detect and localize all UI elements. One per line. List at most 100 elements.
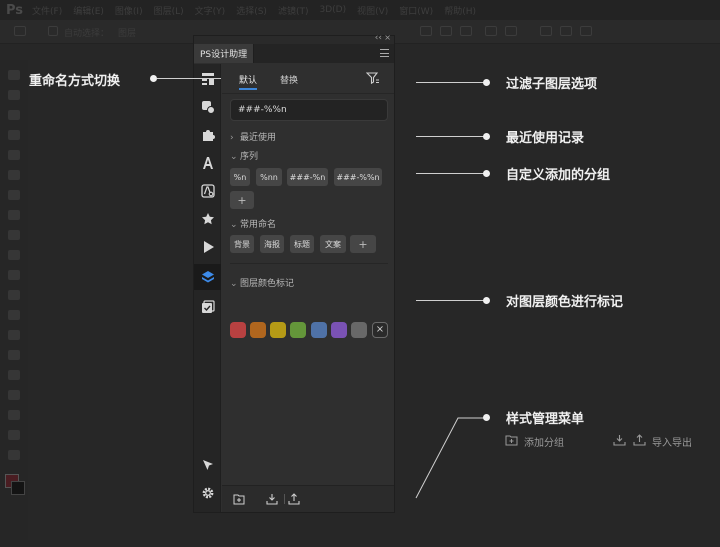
type-tool-icon[interactable] <box>8 370 20 380</box>
tools-panel <box>0 60 28 540</box>
marquee-tool-icon[interactable] <box>8 90 20 100</box>
brush-tool-icon[interactable] <box>8 210 20 220</box>
annotation-dot <box>483 170 490 177</box>
common-name-chip[interactable]: 海报 <box>260 235 284 253</box>
3d-mode-icon[interactable] <box>560 26 572 36</box>
chevron-down-icon: ⌄ <box>230 220 238 230</box>
shape-tool-icon[interactable] <box>8 410 20 420</box>
menu-help[interactable]: 帮助(H) <box>444 4 476 17</box>
star-icon[interactable] <box>194 206 221 232</box>
distribute-icon[interactable] <box>485 26 497 36</box>
menu-type[interactable]: 文字(Y) <box>195 4 226 17</box>
settings-gear-icon[interactable] <box>194 480 221 506</box>
color-yellow-swatch[interactable] <box>270 322 286 338</box>
color-violet-swatch[interactable] <box>331 322 347 338</box>
menu-image[interactable]: 图像(I) <box>115 4 143 17</box>
common-name-chip[interactable]: 背景 <box>230 235 254 253</box>
menu-view[interactable]: 视图(V) <box>357 4 388 17</box>
rename-pattern-input[interactable]: ###-%%n <box>230 99 388 121</box>
blur-tool-icon[interactable] <box>8 310 20 320</box>
collapse-icon[interactable]: ‹‹ <box>375 33 382 43</box>
layer-color-group-header[interactable]: ⌄ 图层颜色标记 <box>230 276 294 289</box>
font-icon[interactable] <box>194 150 221 176</box>
move-tool-icon[interactable] <box>14 26 26 36</box>
annotation-dot <box>483 297 490 304</box>
wand-tool-icon[interactable] <box>8 130 20 140</box>
align-icon[interactable] <box>420 26 432 36</box>
panel-title-tab[interactable]: PS设计助理 <box>194 44 255 63</box>
pin-icon[interactable] <box>194 452 221 478</box>
annotation-dot <box>483 414 490 421</box>
menu-select[interactable]: 选择(S) <box>236 4 267 17</box>
sequence-chip[interactable]: %nn <box>256 168 282 186</box>
auto-select-checkbox[interactable] <box>48 26 58 36</box>
plugin-puzzle-icon[interactable] <box>194 122 221 148</box>
rename-mode-icon[interactable] <box>194 66 221 92</box>
play-icon[interactable] <box>194 234 221 260</box>
color-orange-swatch[interactable] <box>250 322 266 338</box>
lasso-tool-icon[interactable] <box>8 110 20 120</box>
sequence-chip[interactable]: ###-%%n <box>334 168 382 186</box>
add-group-icon[interactable] <box>233 493 245 505</box>
recent-group-label: 最近使用 <box>240 133 277 143</box>
tab-default[interactable]: 默认 <box>239 73 258 90</box>
sequence-chip[interactable]: %n <box>230 168 250 186</box>
eraser-tool-icon[interactable] <box>8 270 20 280</box>
annotation-leader-line <box>415 417 486 499</box>
panel-menu-icon[interactable] <box>380 49 389 57</box>
align-icon[interactable] <box>460 26 472 36</box>
sequence-group-header[interactable]: ⌄ 序列 <box>230 149 258 162</box>
font-search-icon[interactable] <box>194 178 221 204</box>
gradient-tool-icon[interactable] <box>8 290 20 300</box>
color-gray-swatch[interactable] <box>351 322 367 338</box>
history-brush-icon[interactable] <box>8 250 20 260</box>
hand-tool-icon[interactable] <box>8 430 20 440</box>
zoom-tool-icon[interactable] <box>8 450 20 460</box>
add-common-name-button[interactable]: + <box>350 235 376 253</box>
background-color-swatch[interactable] <box>11 481 25 495</box>
stamp-tool-icon[interactable] <box>8 230 20 240</box>
menu-layer[interactable]: 图层(L) <box>154 4 184 17</box>
brush-tool-icon[interactable] <box>8 190 20 200</box>
eyedropper-tool-icon[interactable] <box>8 170 20 180</box>
path-select-icon[interactable] <box>8 390 20 400</box>
export-icon[interactable] <box>288 493 300 505</box>
menu-edit[interactable]: 编辑(E) <box>73 4 104 17</box>
plugin-sidebar <box>194 64 221 512</box>
menu-window[interactable]: 窗口(W) <box>399 4 433 17</box>
3d-mode-icon[interactable] <box>580 26 592 36</box>
tab-replace[interactable]: 替换 <box>280 73 298 86</box>
footer-divider <box>284 494 285 504</box>
menu-filter[interactable]: 滤镜(T) <box>278 4 309 17</box>
clear-color-button[interactable]: × <box>372 322 388 338</box>
3d-mode-icon[interactable] <box>540 26 552 36</box>
chevron-down-icon: ⌄ <box>230 152 238 162</box>
panel-tabbar: PS设计助理 <box>194 44 394 63</box>
move-tool-icon[interactable] <box>8 70 20 80</box>
recent-group-header[interactable]: › 最近使用 <box>230 130 276 143</box>
layer-check-icon[interactable] <box>194 294 221 320</box>
align-icon[interactable] <box>440 26 452 36</box>
sequence-chip[interactable]: ###-%n <box>287 168 328 186</box>
menu-3d[interactable]: 3D(D) <box>319 5 346 15</box>
import-icon[interactable] <box>266 493 278 505</box>
distribute-icon[interactable] <box>505 26 517 36</box>
auto-select-target[interactable]: 图层 <box>118 26 136 39</box>
common-name-chip[interactable]: 标题 <box>290 235 314 253</box>
color-green-swatch[interactable] <box>290 322 306 338</box>
add-sequence-button[interactable]: + <box>230 191 254 209</box>
annotation-dot <box>483 79 490 86</box>
color-red-swatch[interactable] <box>230 322 246 338</box>
filter-icon[interactable] <box>366 72 380 84</box>
close-icon[interactable]: × <box>384 33 391 42</box>
common-names-group-header[interactable]: ⌄ 常用命名 <box>230 217 276 230</box>
crop-tool-icon[interactable] <box>8 150 20 160</box>
annotation-line <box>416 82 484 83</box>
dodge-tool-icon[interactable] <box>8 330 20 340</box>
color-blue-swatch[interactable] <box>311 322 327 338</box>
common-name-chip[interactable]: 文案 <box>320 235 346 253</box>
layers-icon[interactable] <box>194 264 221 290</box>
menu-file[interactable]: 文件(F) <box>32 4 62 17</box>
shape-style-icon[interactable] <box>194 94 221 120</box>
pen-tool-icon[interactable] <box>8 350 20 360</box>
